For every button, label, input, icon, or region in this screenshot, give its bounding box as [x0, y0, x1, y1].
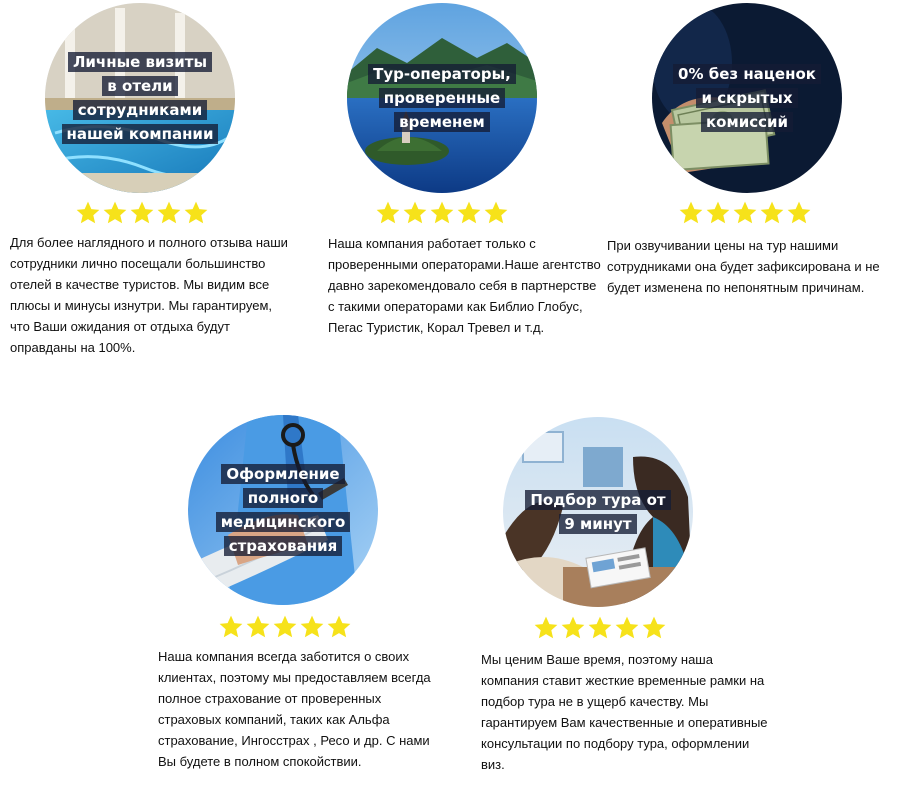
- star-icon: [679, 201, 703, 224]
- star-icon: [588, 616, 612, 639]
- feature-caption: Личные визиты в отели сотрудниками нашей…: [45, 50, 235, 146]
- star-icon: [484, 201, 508, 224]
- star-icon: [246, 615, 270, 638]
- star-icon: [733, 201, 757, 224]
- star-icon: [706, 201, 730, 224]
- feature-description: Для более наглядного и полного отзыва на…: [10, 235, 288, 355]
- star-icon: [376, 201, 400, 224]
- feature-description: При озвучивании цены на тур нашими сотру…: [607, 238, 880, 295]
- star-icon: [615, 616, 639, 639]
- rating-stars: [678, 200, 812, 226]
- star-icon: [184, 201, 208, 224]
- star-icon: [403, 201, 427, 224]
- rating-stars: [533, 615, 667, 641]
- star-icon: [760, 201, 784, 224]
- star-icon: [76, 201, 100, 224]
- star-icon: [534, 616, 558, 639]
- star-icon: [561, 616, 585, 639]
- feature-caption: 0% без наценок и скрытых комиссий: [652, 62, 842, 134]
- feature-description: Мы ценим Ваше время, поэтому наша компан…: [481, 652, 768, 772]
- feature-caption: Оформление полного медицинского страхова…: [188, 462, 378, 558]
- star-icon: [219, 615, 243, 638]
- star-icon: [300, 615, 324, 638]
- rating-stars: [375, 200, 509, 226]
- feature-caption: Подбор тура от 9 минут: [503, 488, 693, 536]
- rating-stars: [75, 200, 209, 226]
- star-icon: [430, 201, 454, 224]
- star-icon: [642, 616, 666, 639]
- star-icon: [130, 201, 154, 224]
- hotel-pool-photo-icon: Личные визиты в отели сотрудниками нашей…: [45, 3, 235, 193]
- star-icon: [457, 201, 481, 224]
- doctor-photo-icon: Оформление полного медицинского страхова…: [188, 415, 378, 605]
- star-icon: [273, 615, 297, 638]
- star-icon: [327, 615, 351, 638]
- feature-description: Наша компания всегда заботится о своих к…: [158, 649, 431, 769]
- consultation-photo-icon: Подбор тура от 9 минут: [503, 417, 693, 607]
- feature-description: Наша компания работает только с проверен…: [328, 236, 601, 335]
- rating-stars: [218, 614, 352, 640]
- star-icon: [157, 201, 181, 224]
- star-icon: [787, 201, 811, 224]
- lake-island-photo-icon: Тур-операторы, проверенные временем: [347, 3, 537, 193]
- star-icon: [103, 201, 127, 224]
- money-hand-photo-icon: 0% без наценок и скрытых комиссий: [652, 3, 842, 193]
- feature-caption: Тур-операторы, проверенные временем: [347, 62, 537, 134]
